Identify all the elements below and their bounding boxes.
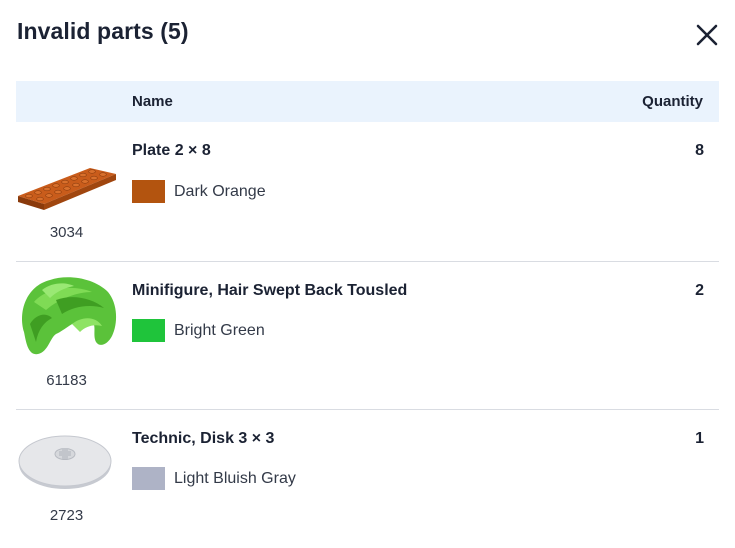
table-row: 61183 Minifigure, Hair Swept Back Tousle… [16, 262, 719, 410]
table-header: Name Quantity [16, 81, 719, 122]
technic-disk-image [18, 435, 112, 489]
invalid-parts-dialog: Invalid parts (5) Name Quantity 3034 Pla… [0, 0, 735, 548]
part-name: Minifigure, Hair Swept Back Tousled [132, 282, 408, 299]
color-name: Dark Orange [174, 183, 266, 200]
color-swatch [132, 467, 165, 490]
column-header-name: Name [132, 93, 173, 110]
part-number: 2723 [49, 507, 84, 524]
plate-2x8-image [18, 168, 116, 210]
quantity: 1 [695, 430, 704, 447]
color-name: Bright Green [174, 322, 265, 339]
table-row: 2723 Technic, Disk 3 × 3 Light Bluish Gr… [16, 410, 719, 548]
color-name: Light Bluish Gray [174, 470, 296, 487]
color-swatch [132, 319, 165, 342]
table-row: 3034 Plate 2 × 8 Dark Orange 8 [16, 122, 719, 262]
hair-swept-back-image [22, 277, 117, 355]
part-name: Technic, Disk 3 × 3 [132, 430, 275, 447]
part-name: Plate 2 × 8 [132, 142, 211, 159]
part-number: 3034 [49, 224, 84, 241]
color-swatch [132, 180, 165, 203]
column-header-quantity: Quantity [642, 93, 703, 110]
close-icon[interactable] [694, 22, 720, 48]
quantity: 2 [695, 282, 704, 299]
quantity: 8 [695, 142, 704, 159]
part-number: 61183 [46, 372, 87, 389]
dialog-title: Invalid parts (5) [17, 18, 189, 44]
